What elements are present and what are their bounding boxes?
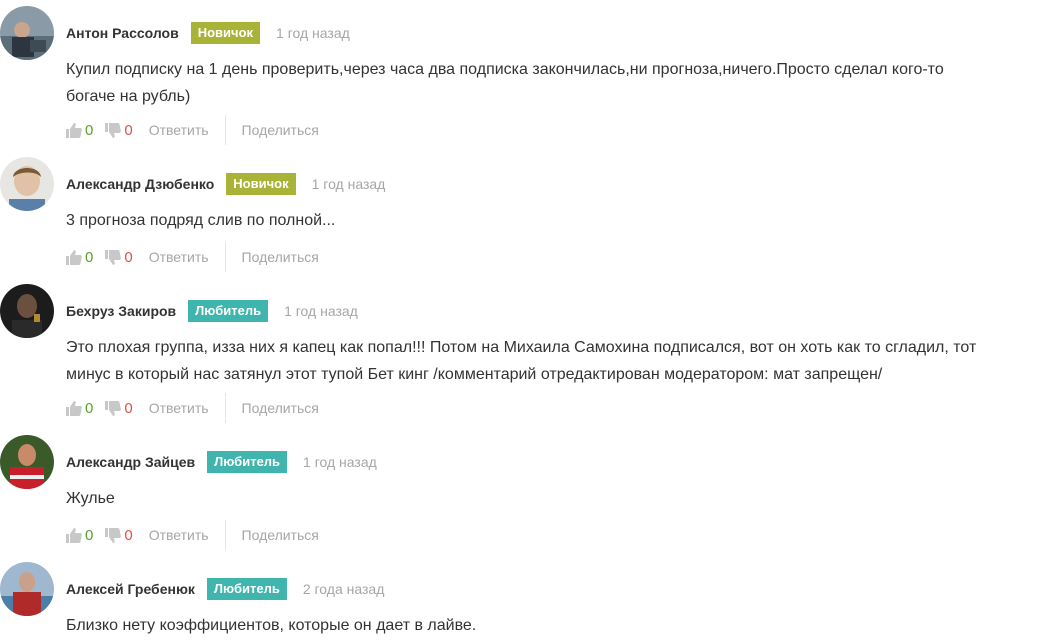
share-link[interactable]: Поделиться [242,400,319,416]
timestamp: 2 года назад [302,581,385,597]
comment-line: Это плохая группа, изза них я капец как … [66,339,977,356]
comment-line: 3 прогноза подряд слив по полной... [66,212,336,229]
comment-text: Купил подписку на 1 день проверить,через… [66,56,1051,110]
timestamp: 1 год назад [303,454,377,470]
avatar[interactable] [0,157,54,211]
comment-actions: 0 0 Ответить Поделиться [66,393,319,423]
comment-line: богаче на рубль) [66,88,191,105]
divider [224,242,226,272]
comment-actions: 0 0 Ответить Поделиться [66,242,319,272]
reply-link[interactable]: Ответить [149,249,209,265]
comment-text: Жулье [66,485,1051,512]
divider [224,393,226,423]
like-count: 0 [85,399,94,417]
dislike-count: 0 [124,399,133,417]
comment-text: Это плохая группа, изза них я капец как … [66,334,1051,388]
comment-meta: Бехруз Закиров Любитель 1 год назад [66,300,358,322]
author-name[interactable]: Бехруз Закиров [66,303,176,319]
thumbs-down-icon [105,527,122,543]
rank-badge: Новичок [190,22,261,44]
comment-line: Жулье [66,490,115,507]
reply-link[interactable]: Ответить [149,527,209,543]
divider [224,520,226,550]
dislike-button[interactable]: 0 [105,121,133,139]
like-count: 0 [85,526,94,544]
like-button[interactable]: 0 [66,249,93,266]
like-button[interactable]: 0 [66,122,93,139]
dislike-count: 0 [124,526,133,544]
share-link[interactable]: Поделиться [242,527,319,543]
dislike-count: 0 [124,121,133,139]
dislike-button[interactable]: 0 [105,399,133,417]
comment-meta: Александр Дзюбенко Новичок 1 год назад [66,173,385,195]
reply-link[interactable]: Ответить [149,122,209,138]
share-link[interactable]: Поделиться [242,122,319,138]
thumbs-down-icon [105,122,122,138]
author-name[interactable]: Александр Зайцев [66,454,195,470]
like-button[interactable]: 0 [66,400,93,417]
like-count: 0 [85,248,94,266]
thumbs-up-icon [66,400,82,416]
share-link[interactable]: Поделиться [242,249,319,265]
thumbs-up-icon [66,122,82,138]
comment-actions: 0 0 Ответить Поделиться [66,520,319,550]
thumbs-up-icon [66,527,82,543]
reply-link[interactable]: Ответить [149,400,209,416]
timestamp: 1 год назад [311,176,386,192]
thumbs-down-icon [105,400,122,416]
author-name[interactable]: Алексей Гребенюк [66,581,195,597]
comment-text: 3 прогноза подряд слив по полной... [66,207,1051,234]
author-name[interactable]: Антон Рассолов [66,25,179,41]
dislike-button[interactable]: 0 [105,248,133,266]
avatar[interactable] [0,435,54,489]
comment-meta: Александр Зайцев Любитель 1 год назад [66,451,377,473]
comment-line: Купил подписку на 1 день проверить,через… [66,61,944,78]
like-button[interactable]: 0 [66,527,93,544]
rank-badge: Любитель [207,451,288,473]
comment-line: минус в который нас затянул этот тупой Б… [66,366,883,383]
rank-badge: Новичок [226,173,296,195]
comment-actions: 0 0 Ответить Поделиться [66,115,319,145]
comment-text: Близко нету коэффициентов, которые он да… [66,612,1051,639]
comment-meta: Алексей Гребенюк Любитель 2 года назад [66,578,384,600]
avatar[interactable] [0,562,54,616]
timestamp: 1 год назад [284,303,358,319]
avatar[interactable] [0,6,54,60]
thumbs-up-icon [66,249,82,265]
thumbs-down-icon [105,249,122,265]
rank-badge: Любитель [188,300,269,322]
dislike-count: 0 [124,248,133,266]
comment-meta: Антон Рассолов Новичок 1 год назад [66,22,350,44]
timestamp: 1 год назад [276,25,350,41]
dislike-button[interactable]: 0 [105,526,133,544]
avatar[interactable] [0,284,54,338]
author-name[interactable]: Александр Дзюбенко [66,176,214,192]
comment-line: Близко нету коэффициентов, которые он да… [66,617,477,634]
rank-badge: Любитель [206,578,287,600]
like-count: 0 [85,121,94,139]
divider [224,115,226,145]
